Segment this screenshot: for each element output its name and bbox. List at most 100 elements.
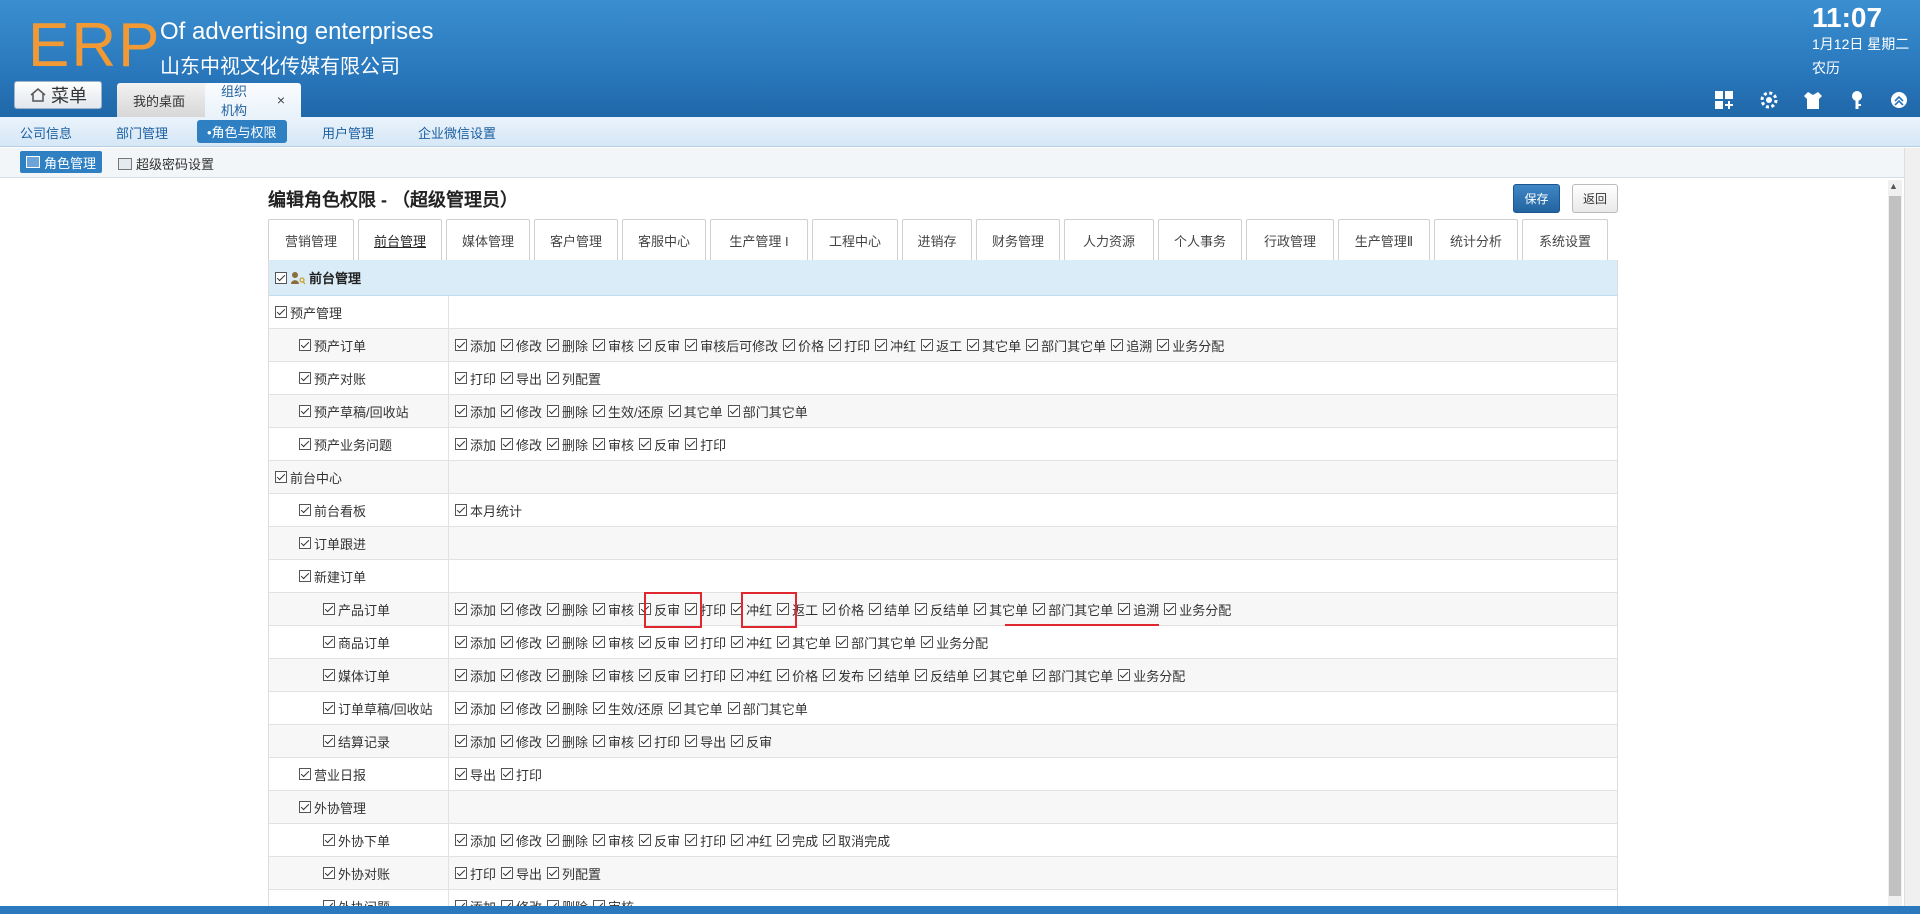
subnav-user-management[interactable]: 用户管理 (322, 123, 374, 142)
permission-checkbox[interactable] (731, 735, 744, 747)
permission-option[interactable]: 取消完成 (823, 831, 890, 850)
permission-checkbox[interactable] (685, 636, 698, 648)
permission-checkbox[interactable] (1026, 339, 1039, 351)
permission-checkbox[interactable] (501, 339, 514, 351)
permission-checkbox[interactable] (455, 702, 467, 714)
permission-option[interactable]: 冲红 (731, 633, 772, 652)
permission-checkbox[interactable] (547, 867, 560, 879)
permission-checkbox[interactable] (777, 834, 790, 846)
module-tab[interactable]: 生产管理 I (710, 219, 808, 261)
permission-option[interactable]: 修改 (501, 633, 542, 652)
permission-option[interactable]: 删除 (547, 633, 588, 652)
permission-checkbox[interactable] (1157, 339, 1170, 351)
permission-option[interactable]: 价格 (777, 666, 818, 685)
permission-checkbox[interactable] (455, 669, 467, 681)
permission-option[interactable]: 其它单 (974, 666, 1028, 685)
permission-checkbox[interactable] (823, 669, 836, 681)
permission-option[interactable]: 反结单 (915, 600, 969, 619)
permission-option[interactable]: 审核 (593, 831, 634, 850)
row-checkbox[interactable] (299, 438, 311, 450)
permission-option[interactable]: 删除 (547, 897, 588, 906)
row-checkbox[interactable] (323, 834, 335, 846)
tab-organization[interactable]: 组织机构 × (205, 83, 301, 118)
module-tab[interactable]: 人力资源 (1064, 219, 1154, 261)
permission-option[interactable]: 冲红 (875, 336, 916, 355)
permission-checkbox[interactable] (731, 834, 744, 846)
permission-checkbox[interactable] (501, 702, 514, 714)
row-checkbox[interactable] (275, 306, 287, 318)
module-tab[interactable]: 财务管理 (976, 219, 1060, 261)
module-tab[interactable]: 客户管理 (534, 219, 618, 261)
permission-option[interactable]: 部门其它单 (727, 402, 808, 421)
permission-option[interactable]: 部门其它单 (1033, 600, 1113, 619)
permission-option[interactable]: 返工 (921, 336, 962, 355)
permission-option[interactable]: 其它单 (668, 699, 723, 718)
permission-option[interactable]: 删除 (547, 732, 588, 751)
permission-checkbox[interactable] (974, 669, 987, 681)
permission-checkbox[interactable] (685, 438, 698, 450)
permission-option[interactable]: 导出 (455, 765, 496, 784)
permission-option[interactable]: 修改 (501, 732, 542, 751)
permission-checkbox[interactable] (915, 603, 928, 615)
permission-checkbox[interactable] (455, 735, 467, 747)
permission-checkbox[interactable] (727, 702, 740, 714)
permission-option[interactable]: 生效/还原 (593, 402, 664, 421)
permission-checkbox[interactable] (783, 339, 796, 351)
permission-option[interactable]: 反审 (639, 831, 680, 850)
permission-option[interactable]: 删除 (547, 699, 588, 718)
permission-option[interactable]: 打印 (455, 864, 496, 883)
permission-option[interactable]: 结单 (869, 600, 910, 619)
permission-checkbox[interactable] (501, 768, 514, 780)
permission-checkbox[interactable] (547, 702, 560, 714)
row-checkbox[interactable] (323, 735, 335, 747)
module-tab[interactable]: 前台管理 (358, 219, 442, 261)
permission-checkbox[interactable] (639, 735, 652, 747)
permission-option[interactable]: 生效/还原 (593, 699, 664, 718)
super-password-button[interactable]: 超级密码设置 (118, 154, 214, 173)
permission-option[interactable]: 添加 (455, 732, 496, 751)
permission-option[interactable]: 审核 (593, 666, 634, 685)
permission-option[interactable]: 其它单 (974, 600, 1028, 619)
permission-option[interactable]: 添加 (455, 402, 496, 421)
row-checkbox[interactable] (323, 636, 335, 648)
permission-option[interactable]: 审核 (593, 732, 634, 751)
permission-option[interactable]: 结单 (869, 666, 910, 685)
permission-checkbox[interactable] (547, 669, 560, 681)
permission-checkbox[interactable] (967, 339, 980, 351)
permission-checkbox[interactable] (639, 669, 652, 681)
module-tab[interactable]: 系统设置 (1522, 219, 1608, 261)
permission-option[interactable]: 添加 (455, 600, 496, 619)
row-checkbox[interactable] (299, 801, 311, 813)
permission-checkbox[interactable] (547, 339, 560, 351)
permission-checkbox[interactable] (547, 636, 560, 648)
permission-checkbox[interactable] (668, 702, 681, 714)
permission-checkbox[interactable] (639, 834, 652, 846)
row-checkbox[interactable] (299, 504, 311, 516)
module-tab[interactable]: 媒体管理 (446, 219, 530, 261)
permission-option[interactable]: 删除 (547, 336, 588, 355)
permission-checkbox[interactable] (829, 339, 842, 351)
permission-checkbox[interactable] (455, 504, 467, 516)
permission-option[interactable]: 其它单 (967, 336, 1021, 355)
lunar-calendar-link[interactable]: 农历 (1812, 58, 1840, 78)
permission-checkbox[interactable] (1033, 603, 1046, 615)
permission-checkbox[interactable] (455, 834, 467, 846)
row-checkbox[interactable] (299, 570, 311, 582)
permission-checkbox[interactable] (1033, 669, 1046, 681)
permission-option[interactable]: 删除 (547, 666, 588, 685)
permission-option[interactable]: 反审 (639, 435, 680, 454)
subnav-department[interactable]: 部门管理 (116, 123, 168, 142)
permission-option[interactable]: 修改 (501, 831, 542, 850)
permission-option[interactable]: 其它单 (668, 402, 723, 421)
permission-checkbox[interactable] (455, 603, 467, 615)
permission-checkbox[interactable] (639, 339, 652, 351)
permission-option[interactable]: 导出 (501, 369, 542, 388)
permission-checkbox[interactable] (547, 834, 560, 846)
permission-option[interactable]: 修改 (501, 897, 542, 906)
subnav-company-info[interactable]: 公司信息 (20, 123, 72, 142)
permission-option[interactable]: 价格 (823, 600, 864, 619)
permission-checkbox[interactable] (777, 636, 790, 648)
row-checkbox[interactable] (323, 867, 335, 879)
module-tab[interactable]: 生产管理Ⅱ (1338, 219, 1430, 261)
row-checkbox[interactable] (299, 372, 311, 384)
